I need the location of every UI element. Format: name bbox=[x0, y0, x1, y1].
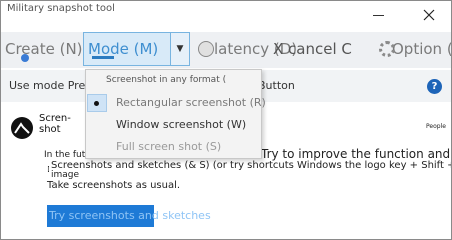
image-text: image bbox=[51, 170, 80, 180]
minimize-icon bbox=[373, 15, 384, 16]
cancel-label: X cancel C bbox=[273, 40, 352, 58]
people-label: People bbox=[426, 123, 446, 130]
mode-button[interactable]: Mode (M) bbox=[83, 32, 179, 66]
logo-text: Scren- shot bbox=[39, 113, 71, 135]
selected-bullet-icon bbox=[87, 94, 107, 112]
info-right-text: Button bbox=[258, 79, 295, 92]
toolbar: Create (N) Mode (M) ▼ latency (D) X canc… bbox=[1, 32, 451, 68]
text-cursor-icon: ⁞ bbox=[47, 165, 50, 175]
gear-icon bbox=[379, 41, 395, 57]
minimize-button[interactable] bbox=[365, 5, 393, 25]
shortcut-text: Screenshots and sketches (& S) (or try s… bbox=[51, 160, 452, 171]
menu-item-label: Rectangular screenshot (R) bbox=[116, 96, 266, 109]
menu-item-window[interactable]: Window screenshot (W) bbox=[86, 115, 261, 135]
menu-item-label: Full screen shot (S) bbox=[116, 140, 222, 153]
help-icon[interactable]: ? bbox=[427, 79, 442, 94]
window-title: Military snapshot tool bbox=[7, 3, 115, 14]
chevron-down-icon: ▼ bbox=[176, 44, 184, 54]
menu-header: Screenshot in any format ( bbox=[106, 75, 227, 85]
take-screenshots-text: Take screenshots as usual. bbox=[47, 180, 181, 191]
options-button[interactable]: Option (O) bbox=[379, 32, 451, 66]
menu-item-rectangular[interactable]: Rectangular screenshot (R) bbox=[86, 93, 266, 113]
improve-text: Try to improve the function and use bbox=[261, 147, 451, 161]
menu-item-label: Window screenshot (W) bbox=[116, 118, 247, 131]
snipping-tool-window: Military snapshot tool Create (N) Mode (… bbox=[0, 0, 452, 240]
info-left-text: Use mode Press bbox=[9, 79, 97, 92]
menu-item-fullscreen[interactable]: Full screen shot (S) bbox=[86, 137, 261, 157]
options-label: Option (O) bbox=[392, 40, 451, 58]
create-button[interactable]: Create (N) bbox=[5, 32, 83, 66]
new-snip-icon bbox=[21, 54, 29, 62]
close-button[interactable] bbox=[415, 5, 443, 25]
rectangle-mode-icon bbox=[92, 56, 114, 59]
try-snip-sketch-button[interactable]: Try screenshots and sketches bbox=[47, 205, 211, 227]
mode-dropdown-arrow[interactable]: ▼ bbox=[170, 32, 190, 66]
title-bar[interactable]: Military snapshot tool bbox=[1, 1, 451, 31]
cancel-button[interactable]: X cancel C bbox=[273, 32, 352, 66]
snipping-tool-logo-icon bbox=[11, 117, 33, 139]
close-icon bbox=[423, 9, 435, 21]
clock-icon bbox=[198, 41, 214, 57]
mode-dropdown-menu: Screenshot in any format ( Rectangular s… bbox=[85, 69, 266, 159]
create-label: Create (N) bbox=[5, 40, 83, 58]
